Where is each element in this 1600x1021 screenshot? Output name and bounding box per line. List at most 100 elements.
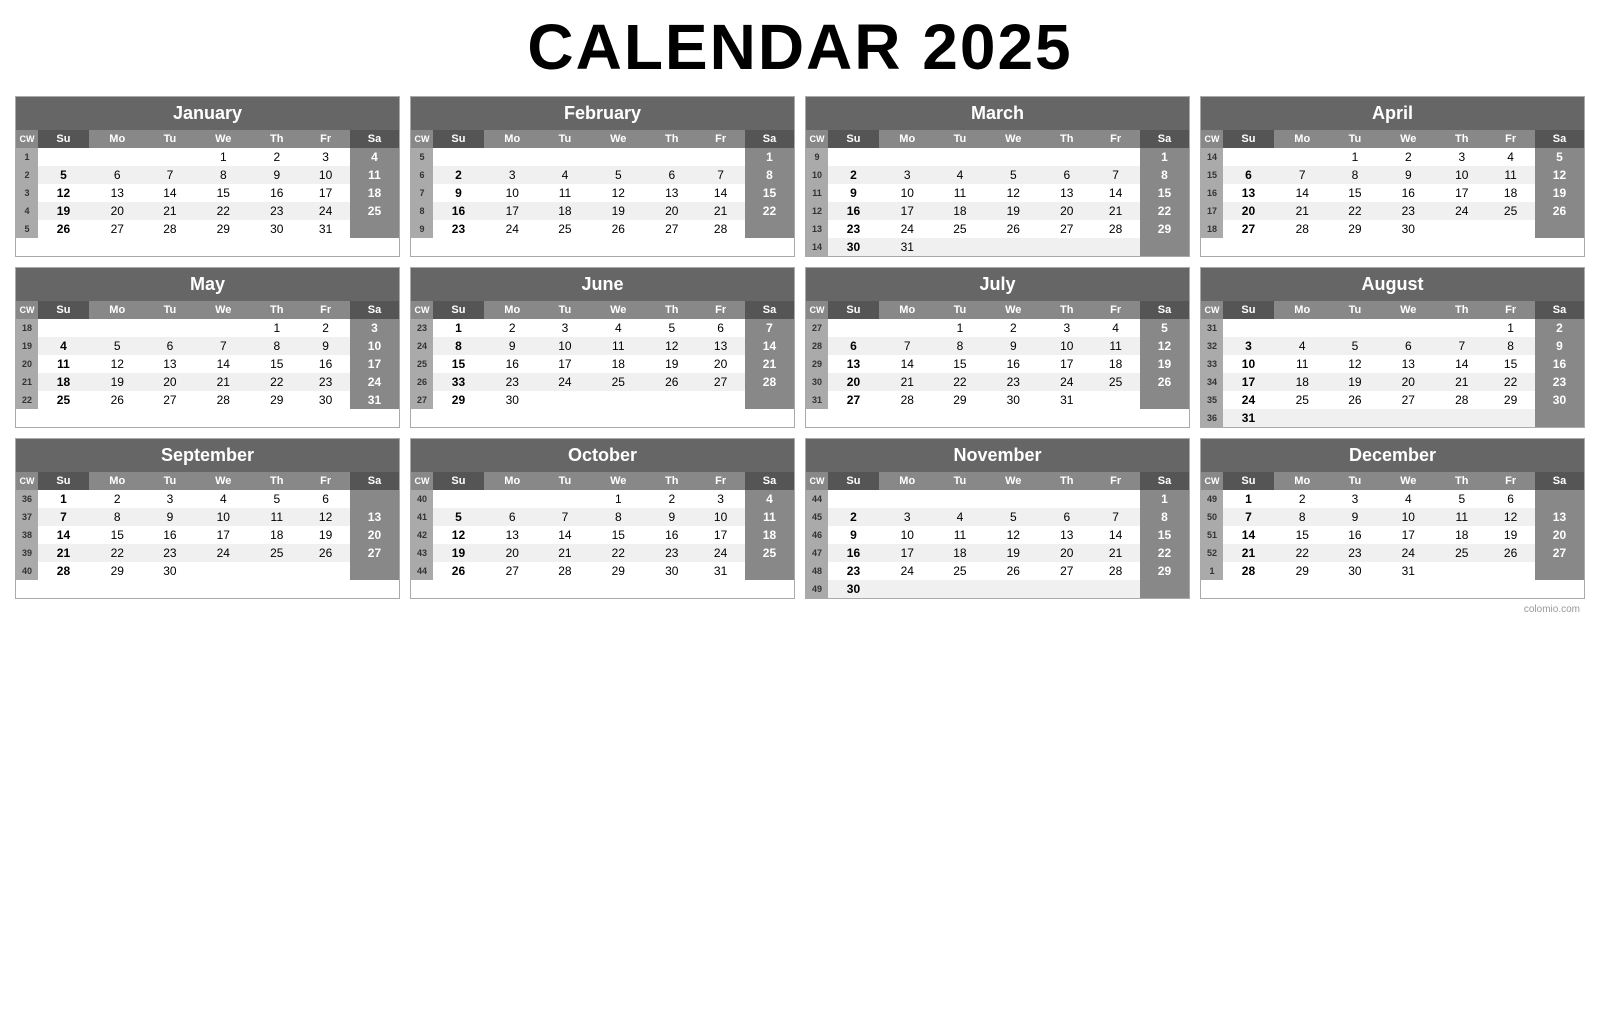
day-cell: 15 <box>194 184 252 202</box>
day-cell: 12 <box>89 355 146 373</box>
day-cell: 9 <box>828 526 879 544</box>
day-cell: 20 <box>1042 544 1091 562</box>
day-cell <box>194 562 252 580</box>
day-cell: 25 <box>589 373 647 391</box>
day-cell: 17 <box>1223 373 1274 391</box>
day-cell <box>1042 490 1091 508</box>
day-cell <box>1274 319 1331 337</box>
day-cell: 6 <box>828 337 879 355</box>
cw-cell: 18 <box>16 319 38 337</box>
day-cell: 23 <box>647 544 696 562</box>
day-cell: 27 <box>1379 391 1437 409</box>
day-cell: 10 <box>1042 337 1091 355</box>
day-header-cw: CW <box>411 301 433 319</box>
week-row: 2633232425262728 <box>411 373 794 391</box>
month-block-november: NovemberCWSuMoTuWeThFrSa4414523456784691… <box>805 438 1190 599</box>
day-header-mo: Mo <box>484 301 541 319</box>
day-header-tu: Tu <box>146 472 195 490</box>
day-cell: 28 <box>745 373 794 391</box>
day-cell: 24 <box>1223 391 1274 409</box>
cw-cell: 21 <box>16 373 38 391</box>
day-cell: 19 <box>1140 355 1189 373</box>
day-cell: 31 <box>301 220 350 238</box>
day-cell: 10 <box>484 184 541 202</box>
day-cell: 21 <box>745 355 794 373</box>
day-cell: 7 <box>1274 166 1331 184</box>
week-row: 18123 <box>16 319 399 337</box>
day-header-th: Th <box>1437 472 1486 490</box>
cw-cell: 8 <box>411 202 433 220</box>
month-block-february: FebruaryCWSuMoTuWeThFrSa5162345678791011… <box>410 96 795 257</box>
day-cell: 28 <box>146 220 195 238</box>
day-cell: 7 <box>146 166 195 184</box>
cw-cell: 11 <box>806 184 828 202</box>
day-cell: 1 <box>1140 490 1189 508</box>
day-cell: 18 <box>252 526 301 544</box>
day-cell: 19 <box>984 202 1042 220</box>
week-row: 401234 <box>411 490 794 508</box>
day-cell <box>252 562 301 580</box>
day-cell: 25 <box>1486 202 1535 220</box>
day-cell <box>1140 238 1189 256</box>
day-cell: 20 <box>1535 526 1584 544</box>
day-cell: 7 <box>194 337 252 355</box>
day-cell: 31 <box>696 562 745 580</box>
month-block-september: SeptemberCWSuMoTuWeThFrSa361234563778910… <box>15 438 400 599</box>
cw-cell: 36 <box>16 490 38 508</box>
day-cell: 26 <box>433 562 484 580</box>
day-cell: 14 <box>1223 526 1274 544</box>
day-cell: 27 <box>647 220 696 238</box>
day-cell: 24 <box>194 544 252 562</box>
day-cell: 18 <box>745 526 794 544</box>
week-row: 24891011121314 <box>411 337 794 355</box>
cw-cell: 38 <box>16 526 38 544</box>
week-row: 452345678 <box>806 508 1189 526</box>
day-header-cw: CW <box>411 130 433 148</box>
day-cell: 2 <box>984 319 1042 337</box>
day-cell: 23 <box>828 562 879 580</box>
day-header-su: Su <box>828 301 879 319</box>
day-cell: 22 <box>1486 373 1535 391</box>
day-cell: 28 <box>696 220 745 238</box>
day-cell: 29 <box>1140 220 1189 238</box>
day-cell: 1 <box>252 319 301 337</box>
day-cell: 24 <box>484 220 541 238</box>
day-cell: 5 <box>1140 319 1189 337</box>
day-cell: 2 <box>828 508 879 526</box>
day-cell: 22 <box>1140 202 1189 220</box>
day-cell <box>1223 319 1274 337</box>
day-cell: 30 <box>1535 391 1584 409</box>
day-header-we: We <box>589 472 647 490</box>
week-row: 441 <box>806 490 1189 508</box>
day-cell: 23 <box>301 373 350 391</box>
month-title: October <box>411 439 794 472</box>
day-cell: 17 <box>696 526 745 544</box>
day-cell: 6 <box>1042 166 1091 184</box>
day-header-fr: Fr <box>1091 130 1140 148</box>
day-cell: 9 <box>433 184 484 202</box>
day-cell: 25 <box>1437 544 1486 562</box>
day-cell: 30 <box>828 238 879 256</box>
day-cell: 28 <box>541 562 590 580</box>
month-title: December <box>1201 439 1584 472</box>
day-header-tu: Tu <box>936 130 985 148</box>
day-cell: 21 <box>696 202 745 220</box>
day-cell: 14 <box>146 184 195 202</box>
day-cell: 29 <box>194 220 252 238</box>
cw-cell: 50 <box>1201 508 1223 526</box>
day-cell: 4 <box>936 508 985 526</box>
cw-cell: 40 <box>411 490 433 508</box>
day-cell: 21 <box>1437 373 1486 391</box>
day-cell: 1 <box>1223 490 1274 508</box>
day-cell <box>1274 148 1331 166</box>
day-header-sa: Sa <box>745 130 794 148</box>
cw-cell: 5 <box>16 220 38 238</box>
cw-cell: 4 <box>16 202 38 220</box>
day-cell <box>1535 562 1584 580</box>
day-cell: 26 <box>1331 391 1380 409</box>
cw-cell: 29 <box>806 355 828 373</box>
cw-cell: 27 <box>411 391 433 409</box>
day-cell: 18 <box>38 373 89 391</box>
day-cell: 16 <box>984 355 1042 373</box>
day-cell: 15 <box>252 355 301 373</box>
